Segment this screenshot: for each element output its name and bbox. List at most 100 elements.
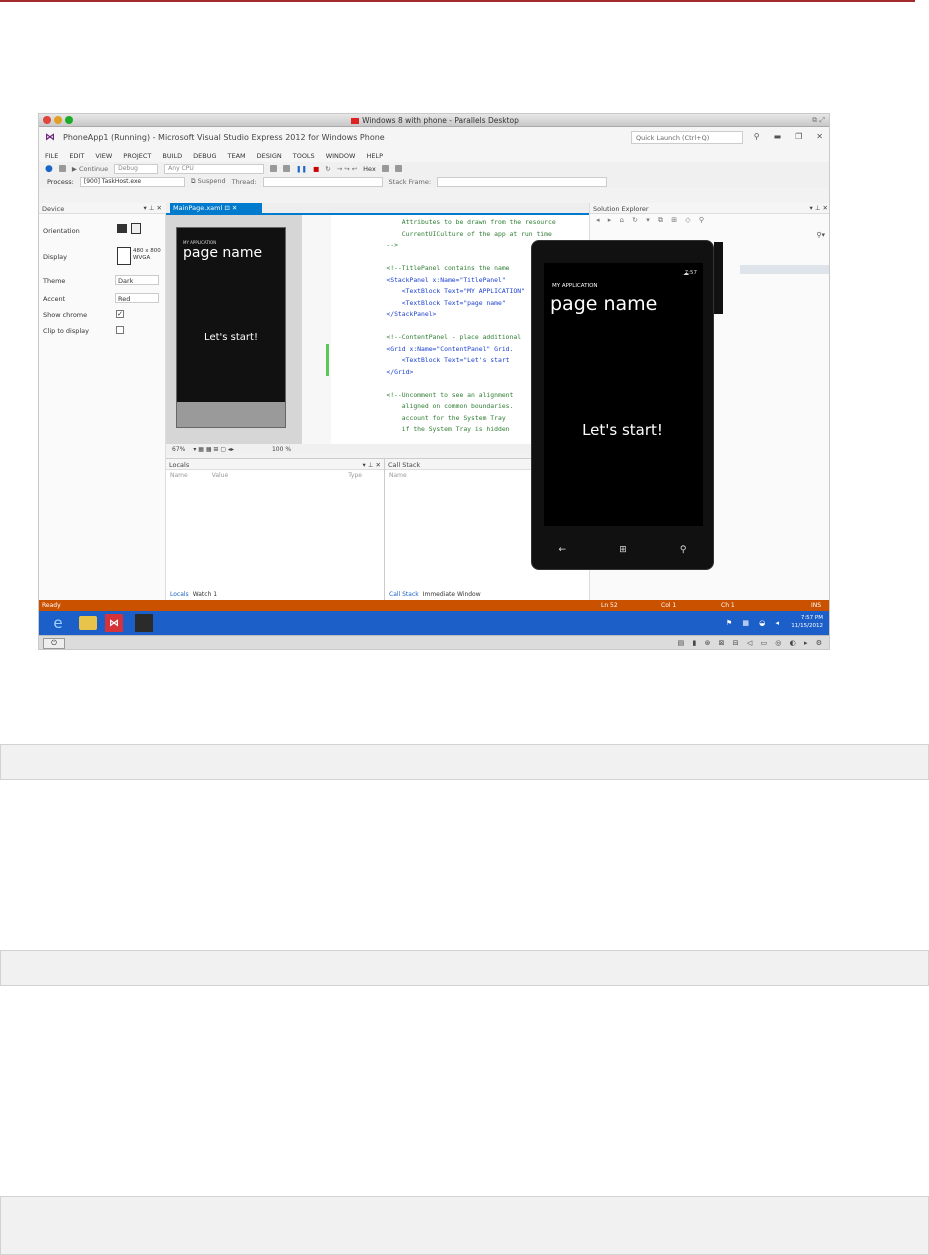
toolbar-icon-c[interactable] xyxy=(381,165,389,172)
pause-icon[interactable]: ❚❚ xyxy=(296,165,307,173)
back-icon[interactable]: ● xyxy=(45,164,53,174)
step-icons[interactable]: → ↪ ↩ xyxy=(337,165,357,173)
vs-window-buttons: ⚲ ▬ ❐ ✕ xyxy=(754,132,823,141)
theme-select[interactable]: Dark xyxy=(115,275,159,285)
show-chrome-checkbox[interactable]: ✓ xyxy=(116,310,124,318)
menu-bar: FILE EDIT VIEW PROJECT BUILD DEBUG TEAM … xyxy=(39,150,829,162)
menu-help[interactable]: HELP xyxy=(366,152,383,160)
save-icon[interactable] xyxy=(58,165,66,172)
menu-tools[interactable]: TOOLS xyxy=(293,152,315,160)
content-bar-2 xyxy=(0,950,929,986)
pin-close-icon[interactable]: ▾ ⊥ ✕ xyxy=(143,204,162,212)
vs-taskbar-icon[interactable]: ⋈ xyxy=(105,614,123,632)
status-bar: Ready Ln 52 Col 1 Ch 1 INS xyxy=(39,600,829,611)
solution-search-icon[interactable]: ⚲▾ xyxy=(816,231,825,239)
show-chrome-label: Show chrome xyxy=(43,311,88,319)
phone-emulator: ☁ 7:57 MY APPLICATION page name Let's st… xyxy=(531,240,714,570)
tab-locals[interactable]: Locals xyxy=(170,591,189,598)
change-marker xyxy=(326,344,329,376)
status-ready: Ready xyxy=(42,602,61,609)
design-zoom[interactable]: 67% xyxy=(172,446,185,453)
parallels-statusbar: ⏻ ▤ ▮ ⊛ ⊠ ⊟ ◁ ▭ ◎ ◐ ▸ ⚙ xyxy=(39,635,829,649)
locals-close-icon[interactable]: ▾ ⊥ ✕ xyxy=(362,461,381,469)
code-line[interactable]: Attributes to be drawn from the resource xyxy=(371,217,589,229)
status-col: Col 1 xyxy=(661,602,677,609)
emulator-nav-buttons: ← ⊞ ⚲ xyxy=(532,545,713,555)
content-bar-1 xyxy=(0,744,929,780)
menu-edit[interactable]: EDIT xyxy=(69,152,84,160)
close-icon[interactable]: ✕ xyxy=(816,132,823,141)
folder-icon[interactable] xyxy=(79,616,97,630)
tab-mainpage[interactable]: MainPage.xaml ⊡ ✕ xyxy=(170,203,262,214)
suspend-button[interactable]: ⧉ Suspend xyxy=(191,177,226,186)
menu-project[interactable]: PROJECT xyxy=(123,152,151,160)
toolbar-icon-a[interactable] xyxy=(270,165,278,172)
system-tray-icons[interactable]: ⚑ ▦ ◒ ◂ xyxy=(726,619,783,627)
design-page-name: page name xyxy=(183,245,263,261)
status-ch: Ch 1 xyxy=(721,602,735,609)
restart-icon[interactable]: ↻ xyxy=(325,165,330,173)
stack-frame-select[interactable] xyxy=(437,176,608,187)
emulator-app-title: MY APPLICATION xyxy=(552,283,598,289)
menu-team[interactable]: TEAM xyxy=(228,152,246,160)
clip-label: Clip to display xyxy=(43,327,90,335)
thread-select[interactable] xyxy=(262,176,383,187)
tab-callstack[interactable]: Call Stack xyxy=(389,591,419,598)
taskbar-clock[interactable]: 7:57 PM 11/15/2012 xyxy=(791,614,823,630)
device-panel: Device ▾ ⊥ ✕ Orientation Display 480 x 8… xyxy=(39,203,166,600)
portrait-icon[interactable] xyxy=(131,223,141,234)
config-select[interactable]: Debug xyxy=(114,163,159,174)
ie-icon[interactable]: e xyxy=(49,614,67,632)
menu-design[interactable]: DESIGN xyxy=(257,152,282,160)
device-icon xyxy=(117,247,131,265)
solution-toolbar-icons[interactable]: ◂ ▸ ⌂ ↻ ▾ ⧉ ⊞ ◇ ⚲ xyxy=(596,216,707,225)
platform-select[interactable]: Any CPU xyxy=(164,163,265,174)
accent-select[interactable]: Red xyxy=(115,293,159,303)
emulator-page-name: page name xyxy=(550,293,658,315)
device-icons[interactable]: ▤ ▮ ⊛ ⊠ ⊟ ◁ ▭ ◎ ◐ ▸ ⚙ xyxy=(678,639,825,647)
display-value[interactable]: 480 x 800 WVGA xyxy=(133,248,163,262)
solution-close-icon[interactable]: ▾ ⊥ ✕ xyxy=(809,204,828,212)
clip-checkbox[interactable] xyxy=(116,326,124,334)
fullscreen-icon[interactable]: ⧉ ⤢ xyxy=(812,116,825,125)
tab-watch[interactable]: Watch 1 xyxy=(193,591,217,598)
back-arrow-icon[interactable]: ← xyxy=(559,545,567,555)
landscape-icon[interactable] xyxy=(117,224,127,233)
accent-label: Accent xyxy=(43,295,66,303)
menu-window[interactable]: WINDOW xyxy=(326,152,356,160)
windows-start-icon[interactable]: ⊞ xyxy=(619,545,627,555)
thread-label: Thread: xyxy=(231,177,257,186)
code-zoom[interactable]: 100 % xyxy=(272,446,291,453)
emulator-content-text: Let's start! xyxy=(582,421,663,439)
menu-file[interactable]: FILE xyxy=(45,152,58,160)
emulator-toolbar[interactable] xyxy=(714,242,723,314)
quick-launch-input[interactable]: Quick Launch (Ctrl+Q) xyxy=(631,131,743,144)
stop-icon[interactable]: ■ xyxy=(313,165,319,173)
process-select[interactable]: [900] TaskHost.exe xyxy=(79,176,185,187)
grid-icons[interactable]: ▾ ▦ ▦ ⊞ ▢ ◂▸ xyxy=(193,446,234,453)
menu-view[interactable]: VIEW xyxy=(95,152,112,160)
toolbar-icon-b[interactable] xyxy=(283,165,291,172)
emulator-taskbar-icon[interactable] xyxy=(135,614,153,632)
power-icon[interactable]: ⏻ xyxy=(43,638,65,649)
minimize-icon[interactable]: ▬ xyxy=(774,132,782,141)
locals-title: Locals ▾ ⊥ ✕ xyxy=(166,459,384,470)
status-ins: INS xyxy=(811,602,822,609)
menu-debug[interactable]: DEBUG xyxy=(193,152,216,160)
status-line: Ln 52 xyxy=(601,602,618,609)
menu-build[interactable]: BUILD xyxy=(162,152,182,160)
continue-button[interactable]: ▶ Continue xyxy=(72,165,108,173)
search-icon[interactable]: ⚲ xyxy=(754,132,760,141)
locals-pane: Locals ▾ ⊥ ✕ Name Value Type Locals Watch… xyxy=(166,458,384,600)
solution-selected-row[interactable] xyxy=(740,265,829,274)
restore-icon[interactable]: ❐ xyxy=(795,132,802,141)
search-icon[interactable]: ⚲ xyxy=(680,545,687,555)
window-title: Windows 8 with phone - Parallels Desktop xyxy=(39,116,829,125)
process-label: Process: xyxy=(47,177,74,186)
hex-button[interactable]: Hex xyxy=(363,165,376,173)
toolbar-icon-d[interactable] xyxy=(394,165,402,172)
windows-taskbar: e ⋈ ⚑ ▦ ◒ ◂ 7:57 PM 11/15/2012 xyxy=(39,611,829,635)
tab-immediate[interactable]: Immediate Window xyxy=(423,591,481,598)
design-content-text: Let's start! xyxy=(204,332,258,343)
code-line[interactable]: CurrentUICulture of the app at run time xyxy=(371,229,589,241)
